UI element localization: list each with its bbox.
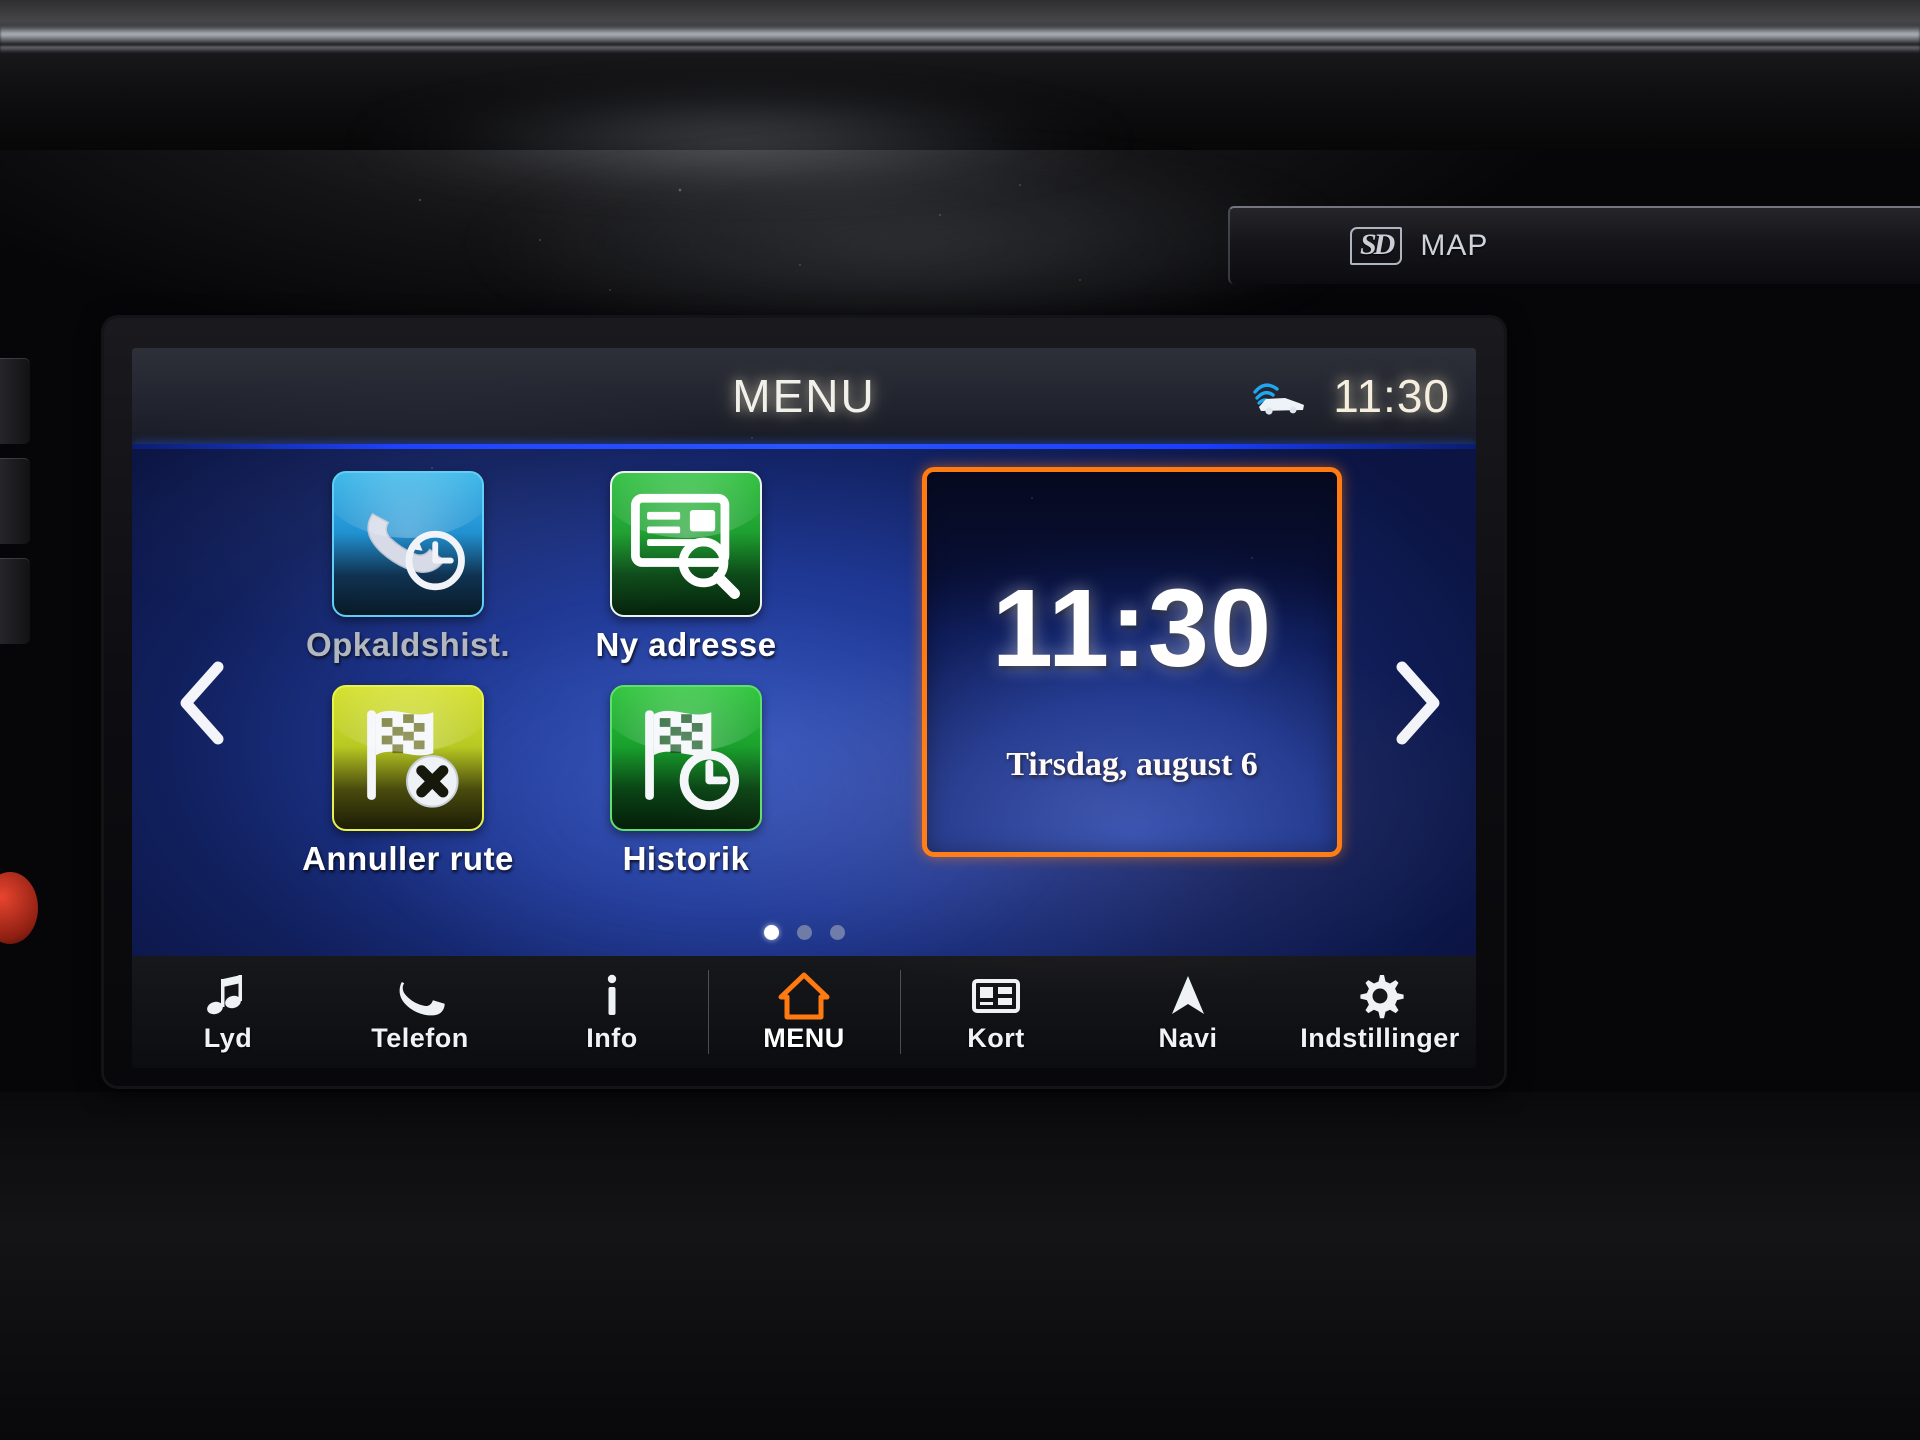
next-page-arrow[interactable] [1378, 655, 1450, 751]
menu-tile-call-history[interactable]: Opkaldshist. [284, 471, 532, 677]
nav-label: Info [586, 1022, 638, 1053]
gear-icon [1353, 971, 1407, 1021]
lower-console-panel [0, 1092, 1920, 1440]
menu-tile-new-address[interactable]: Ny adresse [562, 471, 810, 677]
sd-map-label: MAP [1420, 229, 1489, 262]
nav-item-navi[interactable]: Navi [1092, 956, 1284, 1068]
phone-icon [393, 971, 447, 1021]
clock-widget[interactable]: 11:30 Tirsdag, august 6 [922, 467, 1342, 857]
nav-label: Lyd [203, 1022, 253, 1053]
nav-item-indstillinger[interactable]: Indstillinger [1284, 956, 1476, 1068]
map-icon [969, 971, 1023, 1021]
page-dot-3[interactable] [829, 925, 845, 940]
power-knob[interactable] [0, 872, 38, 944]
info-icon [585, 971, 639, 1021]
menu-tile-label: Opkaldshist. [305, 626, 511, 663]
dust-specks [380, 170, 1200, 310]
menu-tile-history[interactable]: Historik [562, 685, 810, 891]
header-clock: 11:30 [1333, 370, 1450, 422]
nav-label: MENU [763, 1022, 845, 1053]
nav-label: Indstillinger [1300, 1022, 1460, 1053]
bezel-side-button-1[interactable] [0, 358, 30, 444]
infotainment-screen: MENU 11:30 Opkaldshist. Ny adresse Annul… [132, 348, 1476, 1068]
phone-handset-clock-icon [332, 471, 484, 617]
navigation-arrow-icon [1161, 971, 1215, 1021]
trim-highlight [0, 26, 1920, 44]
checkered-flag-cancel-icon [332, 685, 484, 831]
music-note-icon [201, 971, 255, 1021]
menu-tile-label: Ny adresse [595, 626, 777, 663]
home-icon [777, 971, 831, 1021]
bezel-side-button-2[interactable] [0, 458, 30, 544]
header-status-area: 11:30 [1249, 369, 1450, 423]
checkered-flag-clock-icon [610, 685, 762, 831]
trim-highlight-secondary [0, 46, 1920, 53]
traffic-car-signal-icon [1249, 376, 1311, 416]
nav-item-info[interactable]: Info [516, 956, 708, 1068]
nav-item-menu[interactable]: MENU [708, 956, 900, 1068]
screen-bezel: MENU 11:30 Opkaldshist. Ny adresse Annul… [104, 318, 1504, 1086]
nav-label: Telefon [371, 1022, 469, 1053]
clock-widget-date: Tirsdag, august 6 [1006, 746, 1258, 783]
nav-item-kort[interactable]: Kort [900, 956, 1092, 1068]
menu-tile-label: Historik [622, 840, 750, 877]
nav-label: Kort [967, 1022, 1025, 1053]
clock-widget-time: 11:30 [991, 567, 1273, 690]
nav-item-telefon[interactable]: Telefon [324, 956, 516, 1068]
page-dot-1[interactable] [763, 925, 779, 940]
bottom-navigation-bar: Lyd Telefon Info MENU Kort Navi Indstill… [132, 956, 1476, 1068]
nav-label: Navi [1158, 1022, 1218, 1053]
screen-header: MENU 11:30 [132, 348, 1476, 444]
page-dot-2[interactable] [796, 925, 812, 940]
address-card-search-icon [610, 471, 762, 617]
menu-tile-label: Annuller rute [302, 840, 514, 877]
sd-card-slot: SD MAP [1228, 206, 1920, 284]
menu-page-body: Opkaldshist. Ny adresse Annuller rute Hi… [132, 449, 1476, 956]
bezel-side-button-3[interactable] [0, 558, 30, 644]
nav-item-lyd[interactable]: Lyd [132, 956, 324, 1068]
page-indicator [132, 925, 1476, 940]
prev-page-arrow[interactable] [170, 655, 242, 751]
menu-tile-grid: Opkaldshist. Ny adresse Annuller rute Hi… [284, 471, 810, 891]
menu-tile-cancel-route[interactable]: Annuller rute [284, 685, 532, 891]
sd-logo: SD [1350, 227, 1403, 265]
